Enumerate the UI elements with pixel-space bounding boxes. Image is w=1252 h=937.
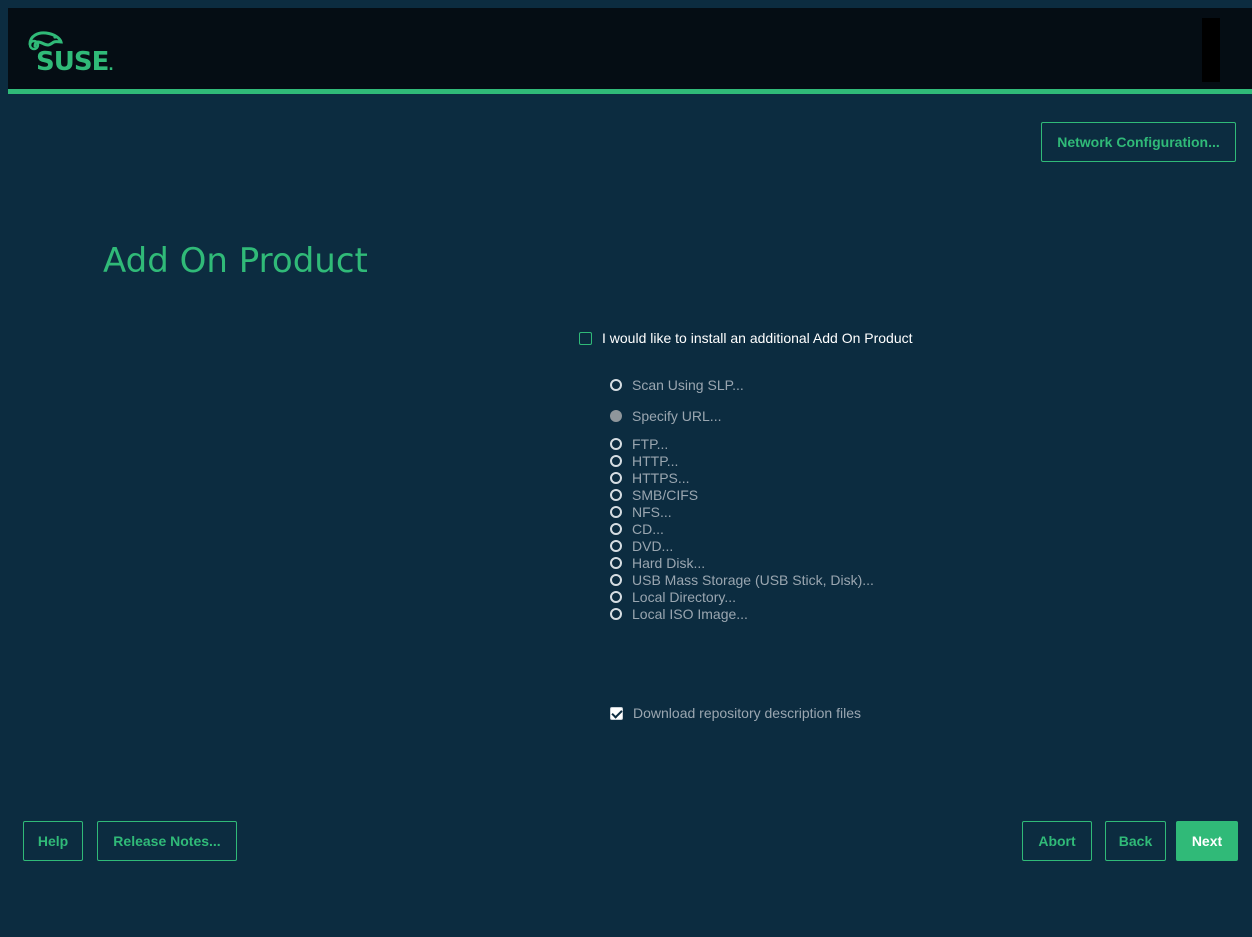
radio-label: NFS... xyxy=(632,504,672,520)
radio-icon[interactable] xyxy=(610,472,622,484)
radio-ftp[interactable]: FTP... xyxy=(610,436,668,452)
radio-label: HTTPS... xyxy=(632,470,690,486)
radio-smb-cifs[interactable]: SMB/CIFS xyxy=(610,487,698,503)
page-title: Add On Product xyxy=(103,241,368,281)
checkbox-checked-icon[interactable] xyxy=(610,706,623,720)
install-addon-checkbox[interactable]: I would like to install an additional Ad… xyxy=(579,330,913,346)
abort-button[interactable]: Abort xyxy=(1022,821,1092,861)
radio-https[interactable]: HTTPS... xyxy=(610,470,690,486)
next-button[interactable]: Next xyxy=(1176,821,1238,861)
radio-local-directory[interactable]: Local Directory... xyxy=(610,589,736,605)
header-accent-line xyxy=(8,89,1252,94)
radio-nfs[interactable]: NFS... xyxy=(610,504,672,520)
radio-scan-slp[interactable]: Scan Using SLP... xyxy=(610,377,744,393)
download-repo-description-label: Download repository description files xyxy=(633,705,861,721)
radio-label: CD... xyxy=(632,521,664,537)
radio-icon[interactable] xyxy=(610,591,622,603)
install-addon-label: I would like to install an additional Ad… xyxy=(602,330,913,346)
radio-label: Local Directory... xyxy=(632,589,736,605)
download-repo-description-checkbox[interactable]: Download repository description files xyxy=(610,705,861,721)
radio-icon[interactable] xyxy=(610,455,622,467)
radio-dvd[interactable]: DVD... xyxy=(610,538,673,554)
radio-icon[interactable] xyxy=(610,557,622,569)
radio-label: SMB/CIFS xyxy=(632,487,699,503)
radio-label: Local ISO Image... xyxy=(632,606,748,622)
radio-cd[interactable]: CD... xyxy=(610,521,664,537)
suse-logo: SUSE. xyxy=(24,30,124,80)
radio-label: Scan Using SLP... xyxy=(632,377,744,393)
header-bar: SUSE. xyxy=(8,8,1252,89)
back-button[interactable]: Back xyxy=(1105,821,1166,861)
installer-window: SUSE. Network Configuration... Add On Pr… xyxy=(8,8,1252,937)
radio-label: Specify URL... xyxy=(632,408,722,424)
radio-icon[interactable] xyxy=(610,523,622,535)
radio-icon[interactable] xyxy=(610,608,622,620)
radio-icon[interactable] xyxy=(610,438,622,450)
radio-icon[interactable] xyxy=(610,506,622,518)
radio-label: USB Mass Storage (USB Stick, Disk)... xyxy=(632,572,874,588)
radio-icon[interactable] xyxy=(610,489,622,501)
radio-specify-url[interactable]: Specify URL... xyxy=(610,408,721,424)
radio-label: DVD... xyxy=(632,538,674,554)
help-button[interactable]: Help xyxy=(23,821,83,861)
radio-http[interactable]: HTTP... xyxy=(610,453,678,469)
radio-icon[interactable] xyxy=(610,574,622,586)
checkbox-unchecked-icon[interactable] xyxy=(579,331,592,345)
radio-local-iso-image[interactable]: Local ISO Image... xyxy=(610,606,748,622)
radio-label: FTP... xyxy=(632,436,669,452)
radio-label: HTTP... xyxy=(632,453,679,469)
radio-label: Hard Disk... xyxy=(632,555,706,571)
radio-icon[interactable] xyxy=(610,379,622,391)
radio-selected-icon[interactable] xyxy=(610,410,622,422)
header-block xyxy=(1202,18,1220,82)
network-configuration-button[interactable]: Network Configuration... xyxy=(1041,122,1236,162)
release-notes-button[interactable]: Release Notes... xyxy=(97,821,237,861)
radio-usb-mass-storage[interactable]: USB Mass Storage (USB Stick, Disk)... xyxy=(610,572,874,588)
logo-text: SUSE. xyxy=(36,47,114,77)
footer-bar: Help Release Notes... Abort Back Next xyxy=(8,820,1252,937)
radio-icon[interactable] xyxy=(610,540,622,552)
radio-hard-disk[interactable]: Hard Disk... xyxy=(610,555,705,571)
